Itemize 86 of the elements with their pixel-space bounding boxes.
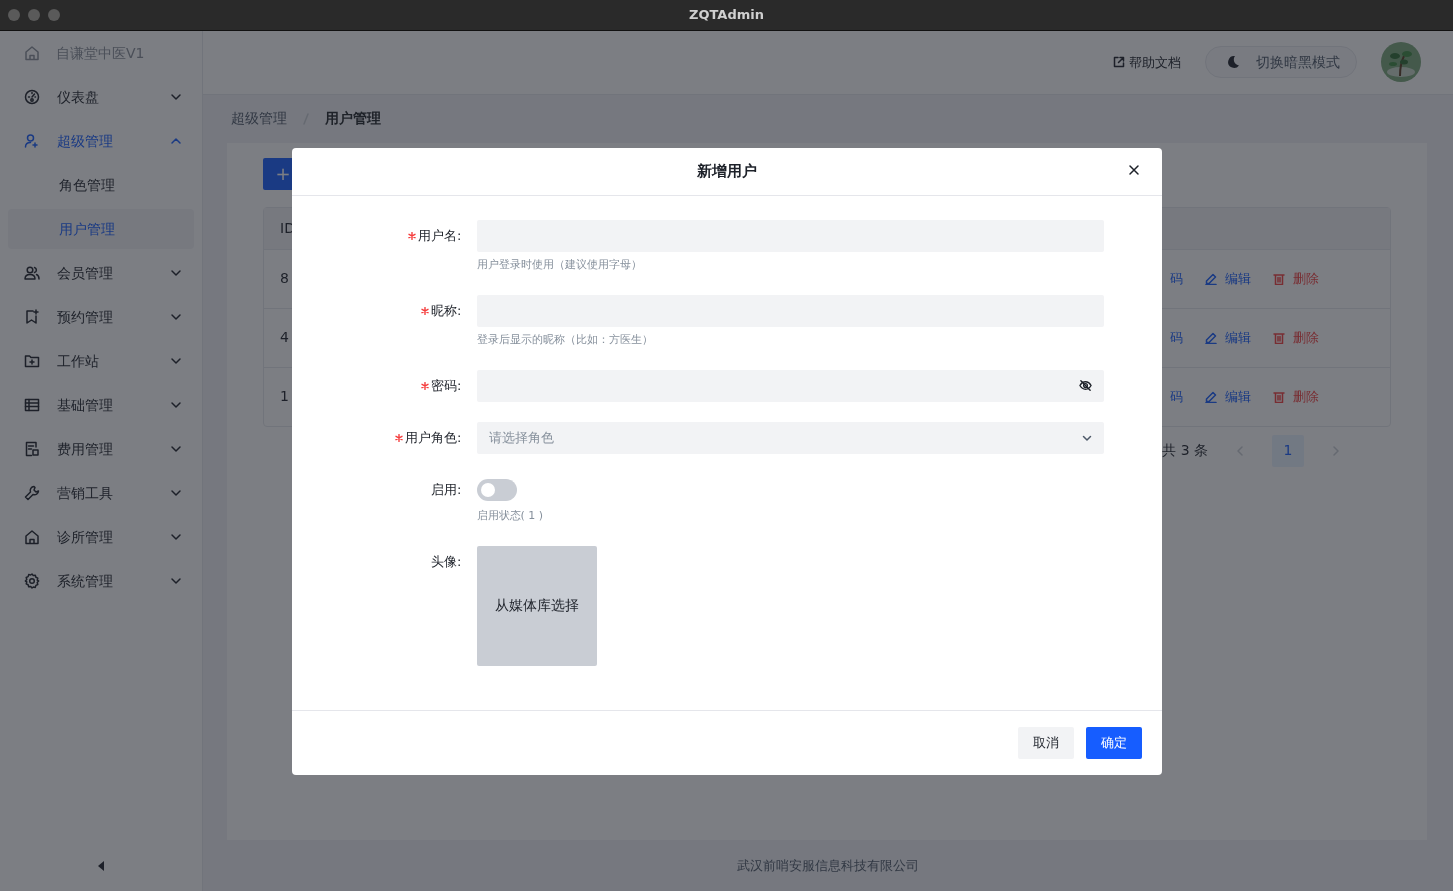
toggle-switch[interactable] bbox=[476, 478, 517, 501]
delete-link[interactable]: 删除 bbox=[1273, 269, 1319, 289]
sidebar-item[interactable]: 营销工具 bbox=[0, 471, 202, 515]
field-label: 启用: bbox=[431, 480, 462, 499]
sidebar-item[interactable]: 系统管理 bbox=[0, 559, 202, 603]
window-control-button[interactable] bbox=[28, 9, 40, 21]
home-icon bbox=[24, 45, 40, 61]
pencil-icon bbox=[1205, 272, 1217, 285]
sidebar-item[interactable]: 工作站 bbox=[0, 339, 202, 383]
table-icon bbox=[24, 397, 40, 413]
password-field[interactable] bbox=[476, 369, 1104, 402]
window-control-button[interactable] bbox=[8, 9, 20, 21]
dashboard-icon bbox=[24, 89, 40, 105]
trash-icon bbox=[1273, 331, 1285, 344]
chevron-up-icon bbox=[170, 135, 182, 147]
required-asterisk-icon bbox=[408, 231, 417, 240]
required-asterisk-icon bbox=[421, 381, 430, 390]
edit-link[interactable]: 编辑 bbox=[1205, 328, 1251, 348]
sidebar-item[interactable]: 费用管理 bbox=[0, 427, 202, 471]
help-link[interactable]: 帮助文档 bbox=[1113, 52, 1181, 73]
confirm-button[interactable]: 确定 bbox=[1085, 726, 1142, 759]
chevron-down-icon bbox=[170, 399, 182, 411]
external-link-icon bbox=[1113, 56, 1125, 69]
gear-icon bbox=[24, 573, 40, 589]
eye-slash-icon bbox=[1078, 379, 1092, 392]
sidebar-item[interactable]: 会员管理 bbox=[0, 251, 202, 295]
field-label: 头像: bbox=[431, 552, 462, 571]
footer-text: 武汉前哨安服信息科技有限公司 bbox=[737, 856, 919, 875]
helper-text: 用户登录时使用（建议使用字母） bbox=[476, 256, 643, 273]
pencil-icon bbox=[1205, 331, 1217, 344]
page-button[interactable]: 1 bbox=[1272, 434, 1304, 467]
document-icon bbox=[24, 441, 40, 457]
media-library-button[interactable]: 从媒体库选择 bbox=[476, 545, 597, 666]
trash-icon bbox=[1273, 272, 1285, 285]
reset-password-link[interactable]: 码 bbox=[1170, 387, 1183, 407]
breadcrumb-item: 用户管理 bbox=[325, 109, 381, 129]
field-label: 昵称: bbox=[431, 301, 462, 320]
field-label: 用户名: bbox=[418, 226, 462, 245]
wrench-icon bbox=[24, 485, 40, 501]
theme-toggle-button[interactable]: 切换暗黑模式 bbox=[1205, 46, 1357, 79]
chevron-down-icon bbox=[170, 91, 182, 103]
pencil-icon bbox=[1205, 390, 1217, 403]
field-label: 密码: bbox=[431, 376, 462, 395]
folder-plus-icon bbox=[24, 353, 40, 369]
reset-password-link[interactable]: 码 bbox=[1170, 328, 1183, 348]
users-icon bbox=[24, 265, 40, 281]
sidebar-item[interactable]: 仪表盘 bbox=[0, 75, 202, 119]
sidebar-item[interactable]: 预约管理 bbox=[0, 295, 202, 339]
user-plus-icon bbox=[24, 133, 40, 149]
collapse-button[interactable] bbox=[97, 860, 105, 871]
chevron-down-icon bbox=[170, 575, 182, 587]
house-icon bbox=[24, 529, 40, 545]
total-count: 共 3 条 bbox=[1162, 441, 1208, 461]
bookmark-icon bbox=[24, 309, 40, 325]
dialog-title: 新增用户 bbox=[696, 160, 757, 182]
required-asterisk-icon bbox=[395, 433, 404, 442]
field-label: 用户角色: bbox=[405, 428, 462, 447]
delete-link[interactable]: 删除 bbox=[1273, 328, 1319, 348]
sidebar-item[interactable]: 超级管理 bbox=[0, 119, 202, 163]
required-asterisk-icon bbox=[421, 306, 430, 315]
edit-link[interactable]: 编辑 bbox=[1205, 269, 1251, 289]
chevron-down-icon bbox=[170, 443, 182, 455]
table-cell-text: 8 bbox=[279, 269, 290, 289]
chevron-down-icon bbox=[170, 531, 182, 543]
window-title: ZQTAdmin bbox=[689, 6, 764, 25]
chevron-down-icon bbox=[170, 311, 182, 323]
submenu-item[interactable]: 角色管理 bbox=[8, 165, 194, 205]
chevron-down-icon bbox=[170, 487, 182, 499]
delete-link[interactable]: 删除 bbox=[1273, 387, 1319, 407]
helper-text: 登录后显示的昵称（比如：方医生） bbox=[476, 331, 654, 348]
table-cell-text: 1 bbox=[279, 387, 290, 407]
edit-link[interactable]: 编辑 bbox=[1205, 387, 1251, 407]
reset-password-link[interactable]: 码 bbox=[1170, 269, 1183, 289]
sidebar-item[interactable]: 基础管理 bbox=[0, 383, 202, 427]
trash-icon bbox=[1273, 390, 1285, 403]
sidebar-item[interactable]: 诊所管理 bbox=[0, 515, 202, 559]
moon-icon bbox=[1226, 55, 1240, 70]
table-cell-text: 4 bbox=[279, 328, 290, 348]
submenu-item[interactable]: 用户管理 bbox=[8, 209, 194, 249]
window-control-button[interactable] bbox=[48, 9, 60, 21]
chevron-down-icon bbox=[170, 267, 182, 279]
select-field[interactable]: 请选择角色 bbox=[476, 421, 1104, 454]
chevron-down-icon bbox=[170, 355, 182, 367]
cancel-button[interactable]: 取消 bbox=[1017, 726, 1074, 759]
breadcrumb-item[interactable]: 超级管理 bbox=[231, 108, 287, 130]
helper-text: 启用状态( 1 ) bbox=[476, 507, 545, 524]
